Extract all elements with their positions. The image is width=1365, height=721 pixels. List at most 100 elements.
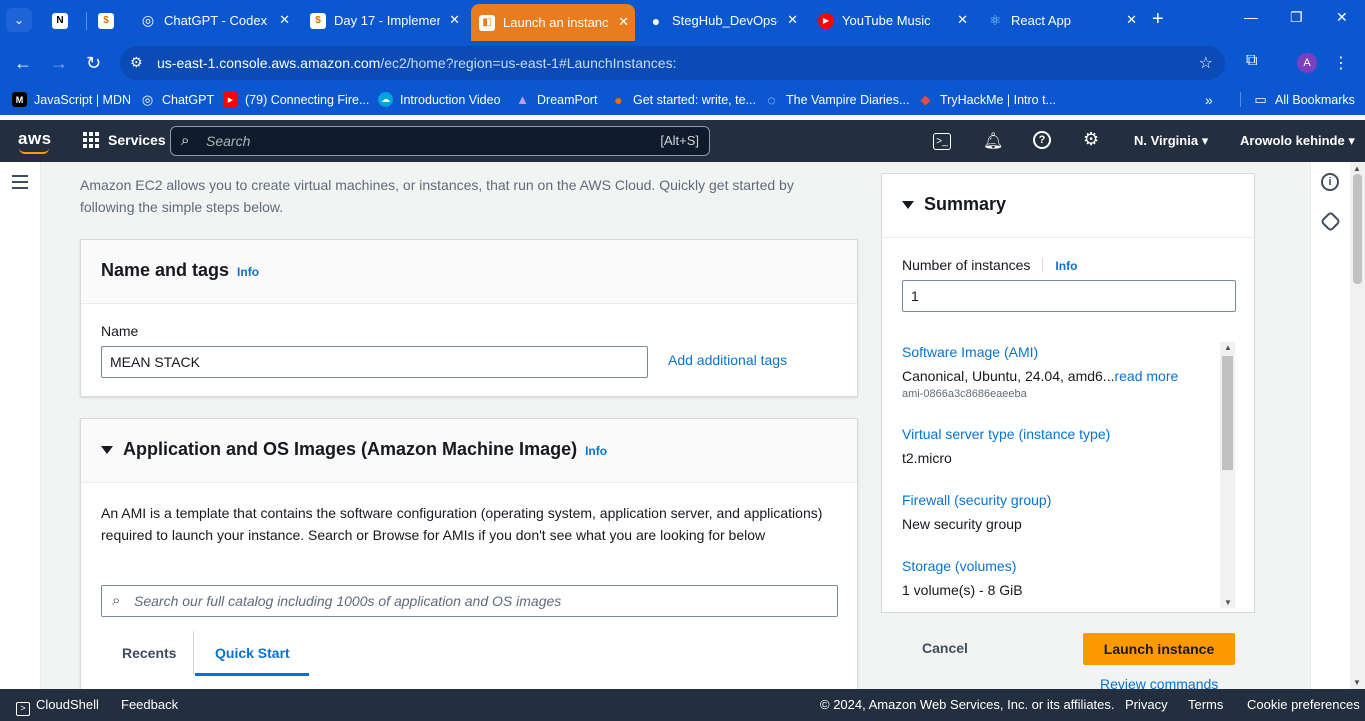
scroll-thumb[interactable] bbox=[1222, 356, 1233, 470]
num-instances-input[interactable]: 1 bbox=[902, 280, 1236, 312]
more-bookmarks-icon[interactable]: » bbox=[1205, 92, 1213, 108]
review-commands-link[interactable]: Review commands bbox=[1100, 676, 1218, 689]
tab-title: Day 17 - Implemen bbox=[334, 13, 440, 28]
tab-react-app[interactable]: ⚛ React App ✕ bbox=[979, 6, 1143, 35]
tab-day17[interactable]: $ Day 17 - Implemen ✕ bbox=[302, 6, 466, 35]
privacy-link[interactable]: Privacy bbox=[1125, 697, 1168, 712]
tab-steghub[interactable]: $ bbox=[90, 6, 126, 35]
close-tab-icon[interactable]: ✕ bbox=[957, 12, 968, 28]
ami-search-input[interactable]: ⌕ Search our full catalog including 1000… bbox=[101, 585, 838, 617]
tab-recents[interactable]: Recents bbox=[122, 645, 176, 661]
scroll-down-icon[interactable]: ▼ bbox=[1353, 678, 1361, 687]
aws-logo[interactable]: aws bbox=[18, 129, 52, 154]
name-label: Name bbox=[101, 323, 139, 339]
account-label: Arowolo kehinde bbox=[1240, 133, 1345, 148]
name-input[interactable]: MEAN STACK bbox=[101, 346, 648, 378]
feedback-link[interactable]: Feedback bbox=[121, 697, 178, 712]
scroll-up-icon[interactable]: ▲ bbox=[1224, 343, 1232, 352]
tab-youtube-music[interactable]: ▶ YouTube Music ✕ bbox=[810, 6, 974, 35]
bookmark-dreamport[interactable]: ▲ DreamPort bbox=[515, 92, 597, 107]
info-icon[interactable]: i bbox=[1321, 173, 1339, 191]
bookmark-mdn[interactable]: M JavaScript | MDN bbox=[12, 92, 131, 107]
chatgpt-icon: ◎ bbox=[141, 12, 155, 28]
bookmark-tryhackme[interactable]: ◆ TryHackMe | Intro t... bbox=[918, 92, 1057, 107]
read-more-link[interactable]: read more bbox=[1114, 368, 1178, 384]
info-link[interactable]: Info bbox=[585, 444, 607, 458]
region-selector[interactable]: N. Virginia ▾ bbox=[1134, 133, 1208, 149]
bookmark-label: DreamPort bbox=[537, 92, 598, 107]
tab-chatgpt-codex[interactable]: ◎ ChatGPT - Codex ✕ bbox=[132, 6, 296, 35]
launch-instance-button[interactable]: Launch instance bbox=[1083, 633, 1235, 665]
ami-id: ami-0866a3c8686eaeeba bbox=[902, 388, 1027, 400]
bookmark-intro-video[interactable]: ☁ Introduction Video bbox=[378, 92, 501, 107]
num-instances-label: Number of instances Info bbox=[902, 257, 1077, 273]
scroll-down-icon[interactable]: ▼ bbox=[1224, 598, 1232, 607]
close-tab-icon[interactable]: ✕ bbox=[787, 12, 798, 28]
cloudshell-icon: > bbox=[16, 702, 30, 716]
browser-menu-icon[interactable]: ⋮ bbox=[1333, 53, 1349, 73]
settings-gear-icon[interactable]: ⚙ bbox=[1083, 129, 1099, 150]
close-tab-icon[interactable]: ✕ bbox=[449, 12, 460, 28]
bookmark-label: Get started: write, te... bbox=[633, 92, 756, 107]
hamburger-menu-icon[interactable] bbox=[12, 175, 28, 193]
close-window-icon[interactable]: ✕ bbox=[1336, 9, 1348, 26]
minimize-icon[interactable]: — bbox=[1244, 9, 1258, 25]
site-info-icon[interactable]: ⚙ bbox=[130, 54, 143, 71]
new-tab-icon[interactable]: + bbox=[1152, 8, 1164, 31]
tab-search-chevron-icon[interactable]: ⌄ bbox=[6, 8, 32, 32]
profile-avatar[interactable]: A bbox=[1297, 53, 1317, 73]
summary-ami-link[interactable]: Software Image (AMI) bbox=[902, 344, 1178, 360]
notifications-bell-icon[interactable]: 🔔︎ bbox=[983, 131, 1003, 151]
restore-icon[interactable]: ❐ bbox=[1290, 9, 1303, 26]
tab-notion[interactable]: N bbox=[44, 6, 80, 35]
bookmark-youtube[interactable]: ▶ (79) Connecting Fire... bbox=[223, 92, 369, 107]
add-additional-tags-link[interactable]: Add additional tags bbox=[668, 352, 787, 368]
bookmark-vampire-diaries[interactable]: ◌ The Vampire Diaries... bbox=[764, 92, 909, 108]
terms-link[interactable]: Terms bbox=[1188, 697, 1223, 712]
tab-title: ChatGPT - Codex bbox=[164, 13, 268, 28]
scroll-up-icon[interactable]: ▲ bbox=[1353, 164, 1361, 173]
cancel-button[interactable]: Cancel bbox=[922, 640, 968, 656]
close-tab-icon[interactable]: ✕ bbox=[279, 12, 290, 28]
forward-icon[interactable]: → bbox=[50, 53, 68, 74]
instance-type-value: t2.micro bbox=[902, 450, 952, 466]
info-link[interactable]: Info bbox=[237, 265, 259, 279]
extensions-icon[interactable]: ⧉ bbox=[1246, 52, 1257, 70]
firewall-link[interactable]: Firewall (security group) bbox=[902, 492, 1051, 508]
aws-search-input[interactable]: ⌕ Search [Alt+S] bbox=[170, 126, 710, 156]
panel-header: Name and tags Info bbox=[81, 240, 857, 304]
panel-title[interactable]: Application and OS Images (Amazon Machin… bbox=[101, 439, 607, 460]
ami-title: Application and OS Images (Amazon Machin… bbox=[123, 439, 578, 459]
url-bar[interactable]: ⚙ us-east-1.console.aws.amazon.com/ec2/h… bbox=[120, 46, 1225, 80]
help-icon[interactable]: ? bbox=[1033, 131, 1051, 149]
scroll-thumb[interactable] bbox=[1353, 174, 1362, 284]
summary-scrollbar[interactable]: ▲ ▼ bbox=[1220, 342, 1235, 608]
search-placeholder: Search bbox=[206, 133, 251, 149]
num-instances-text: Number of instances bbox=[902, 257, 1031, 273]
bookmark-get-started[interactable]: ● Get started: write, te... bbox=[611, 92, 756, 108]
name-and-tags-panel: Name and tags Info Name MEAN STACK Add ad… bbox=[80, 239, 858, 397]
storage-link[interactable]: Storage (volumes) bbox=[902, 558, 1023, 574]
tab-quick-start[interactable]: Quick Start bbox=[215, 645, 290, 661]
cookie-preferences-link[interactable]: Cookie preferences bbox=[1247, 697, 1360, 712]
summary-title[interactable]: Summary bbox=[902, 194, 1006, 215]
account-menu[interactable]: Arowolo kehinde ▾ bbox=[1240, 133, 1355, 149]
cloudshell-icon[interactable]: >_ bbox=[933, 133, 951, 150]
cloudshell-link[interactable]: > CloudShell bbox=[16, 697, 99, 716]
close-tab-icon[interactable]: ✕ bbox=[1126, 12, 1137, 28]
github-icon: ● bbox=[651, 12, 661, 29]
feature-hexagon-icon[interactable] bbox=[1319, 210, 1342, 233]
back-icon[interactable]: ← bbox=[14, 53, 32, 74]
services-menu[interactable]: Services bbox=[83, 132, 166, 148]
instance-type-link[interactable]: Virtual server type (instance type) bbox=[902, 426, 1110, 442]
tab-steghub-devops[interactable]: ● StegHub_DevOps- ✕ bbox=[640, 6, 804, 35]
bookmark-chatgpt[interactable]: ◎ ChatGPT bbox=[140, 92, 214, 107]
all-bookmarks[interactable]: ▭ All Bookmarks bbox=[1240, 92, 1355, 107]
close-tab-icon[interactable]: ✕ bbox=[618, 14, 629, 30]
tab-launch-instance[interactable]: ◧ Launch an instance ✕ bbox=[471, 4, 635, 41]
bookmark-star-icon[interactable]: ☆ bbox=[1199, 53, 1213, 73]
panel-header: Application and OS Images (Amazon Machin… bbox=[81, 419, 857, 483]
page-scrollbar[interactable]: ▲ ▼ bbox=[1350, 162, 1365, 689]
reload-icon[interactable]: ↻ bbox=[86, 53, 101, 74]
info-link[interactable]: Info bbox=[1055, 259, 1077, 273]
